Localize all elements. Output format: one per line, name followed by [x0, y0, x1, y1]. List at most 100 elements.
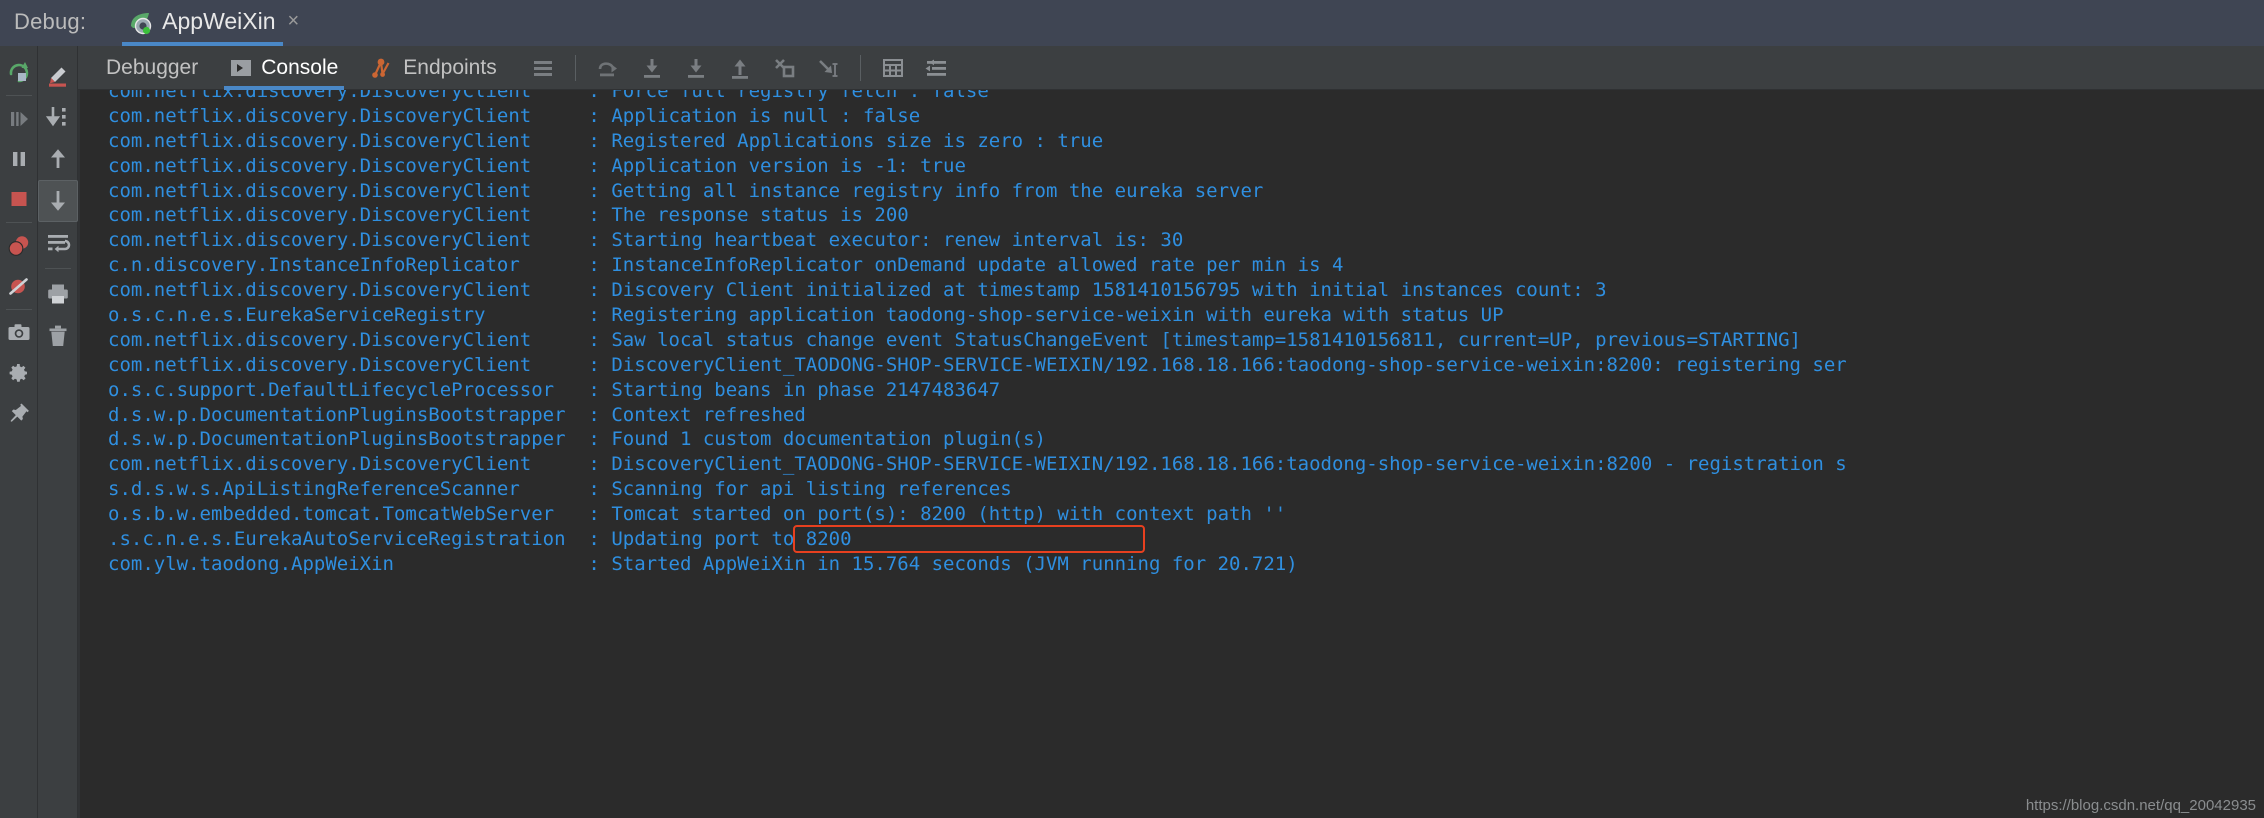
breakpoints-icon: [6, 233, 32, 259]
force-step-into-button[interactable]: [676, 48, 716, 88]
highlighter-pen-icon: [45, 62, 71, 88]
drop-frame-button[interactable]: [764, 48, 804, 88]
rerun-icon: [7, 60, 31, 84]
console-log-line: o.s.c.n.e.s.EurekaServiceRegistry : Regi…: [108, 304, 1504, 327]
step-out-icon: [727, 55, 753, 81]
console-output[interactable]: com.netflix.discovery.DiscoveryClient : …: [78, 90, 2264, 818]
tab-endpoints[interactable]: Endpoints: [354, 46, 512, 90]
evaluate-expression-button[interactable]: [873, 48, 913, 88]
run-to-cursor-icon: [815, 55, 841, 81]
tab-debugger-label: Debugger: [106, 55, 199, 79]
force-step-into-icon: [683, 55, 709, 81]
tab-endpoints-label: Endpoints: [403, 55, 497, 79]
run-to-cursor-button[interactable]: [808, 48, 848, 88]
run-control-strip: [0, 46, 38, 818]
console-log-line: com.netflix.discovery.DiscoveryClient : …: [108, 453, 1847, 476]
scroll-to-end-icon: [45, 104, 71, 130]
console-side-toolbar: [37, 46, 78, 818]
console-content: Debugger Console Endpoints com.netflix.d…: [78, 46, 2264, 818]
screenshot-button[interactable]: [0, 313, 38, 353]
console-log-line: com.netflix.discovery.DiscoveryClient : …: [108, 204, 909, 227]
strip-divider-3: [5, 309, 32, 310]
step-over-button[interactable]: [588, 48, 628, 88]
close-icon[interactable]: ×: [288, 10, 300, 37]
view-breakpoints-button[interactable]: [0, 226, 38, 266]
toolbar-divider-1: [574, 54, 576, 81]
settings-button[interactable]: [0, 353, 38, 393]
debug-tool-window: Debug: AppWeiXin × Debugger Console Endp…: [0, 0, 2264, 818]
tab-console-label: Console: [261, 55, 339, 79]
settings-list-button[interactable]: [917, 48, 957, 88]
console-log-line: .s.c.n.e.s.EurekaAutoServiceRegistration…: [108, 528, 852, 551]
arrow-up-icon: [45, 146, 71, 172]
arrow-down-icon: [45, 188, 71, 214]
watermark-text: https://blog.csdn.net/qq_20042935: [2025, 797, 2256, 814]
tab-console[interactable]: Console: [214, 46, 354, 90]
strip-divider-1: [5, 95, 32, 96]
gear-icon: [7, 361, 31, 385]
camera-icon: [6, 320, 32, 346]
mute-breakpoints-icon: [6, 273, 32, 299]
trash-icon: [45, 323, 71, 349]
console-log-line: com.netflix.discovery.DiscoveryClient : …: [108, 154, 966, 177]
spring-boot-leaf-icon: [126, 9, 154, 37]
step-out-button[interactable]: [720, 48, 760, 88]
layout-settings-icon: [530, 55, 556, 81]
pause-program-button[interactable]: [0, 139, 38, 179]
stop-button[interactable]: [0, 179, 38, 219]
console-log-line: com.netflix.discovery.DiscoveryClient : …: [108, 279, 1607, 302]
up-button[interactable]: [38, 138, 78, 180]
pin-tab-button[interactable]: [0, 393, 38, 433]
debug-body: Debugger Console Endpoints com.netflix.d…: [0, 46, 2264, 818]
toolbar-divider-2: [859, 54, 861, 81]
printer-icon: [45, 281, 71, 307]
pause-icon: [7, 147, 31, 171]
console-log-line: o.s.b.w.embedded.tomcat.TomcatWebServer …: [108, 503, 1287, 526]
console-prompt-icon: [230, 57, 252, 79]
soft-wrap-icon: [45, 230, 71, 256]
step-into-icon: [639, 55, 665, 81]
console-log-line: com.netflix.discovery.DiscoveryClient : …: [108, 328, 1801, 351]
step-into-button[interactable]: [632, 48, 672, 88]
highlight-button[interactable]: [38, 54, 78, 96]
print-button[interactable]: [38, 273, 78, 315]
mute-breakpoints-button[interactable]: [0, 266, 38, 306]
resume-icon: [7, 107, 31, 131]
settings-list-icon: [924, 55, 950, 81]
evaluate-expression-icon: [880, 55, 906, 81]
console-log-line: d.s.w.p.DocumentationPluginsBootstrapper…: [108, 428, 1046, 451]
console-log-line: o.s.c.support.DefaultLifecycleProcessor …: [108, 378, 1001, 401]
drop-frame-icon: [771, 55, 797, 81]
endpoints-icon: [370, 56, 394, 80]
step-out-over-icon: [595, 55, 621, 81]
console-log-line: com.netflix.discovery.DiscoveryClient : …: [108, 129, 1104, 152]
layout-settings-button[interactable]: [523, 48, 563, 88]
console-log-list: com.netflix.discovery.DiscoveryClient : …: [86, 90, 2264, 577]
debug-label: Debug:: [14, 9, 87, 34]
stop-icon: [7, 187, 31, 211]
clear-all-button[interactable]: [38, 315, 78, 357]
strip-divider-2: [5, 222, 32, 223]
console-log-line: com.netflix.discovery.DiscoveryClient : …: [108, 229, 1184, 252]
console-log-line: d.s.w.p.DocumentationPluginsBootstrapper…: [108, 403, 806, 426]
scroll-to-end-button[interactable]: [38, 96, 78, 138]
console-log-line: com.ylw.taodong.AppWeiXin : Started AppW…: [108, 552, 1298, 575]
resume-program-button[interactable]: [0, 99, 38, 139]
console-log-line: com.netflix.discovery.DiscoveryClient : …: [108, 104, 921, 127]
console-log-line: com.netflix.discovery.DiscoveryClient : …: [108, 179, 1264, 202]
console-log-line: com.netflix.discovery.DiscoveryClient : …: [108, 90, 989, 102]
pin-icon: [7, 401, 31, 425]
console-log-line: c.n.discovery.InstanceInfoReplicator : I…: [108, 254, 1344, 277]
console-log-line: com.netflix.discovery.DiscoveryClient : …: [108, 353, 1847, 376]
debug-tabs-toolbar: Debugger Console Endpoints: [78, 46, 2264, 90]
down-button[interactable]: [37, 180, 78, 222]
rerun-button[interactable]: [0, 52, 38, 92]
debug-titlebar: Debug: AppWeiXin ×: [0, 0, 2264, 46]
debug-step-toolbar: [523, 48, 957, 88]
run-configuration-tab[interactable]: AppWeiXin ×: [122, 0, 305, 46]
tab-debugger[interactable]: Debugger: [90, 46, 214, 90]
console-strip-divider: [44, 268, 71, 269]
console-gutter: [78, 90, 80, 818]
soft-wrap-button[interactable]: [38, 222, 78, 264]
tab-title: AppWeiXin: [162, 7, 276, 34]
